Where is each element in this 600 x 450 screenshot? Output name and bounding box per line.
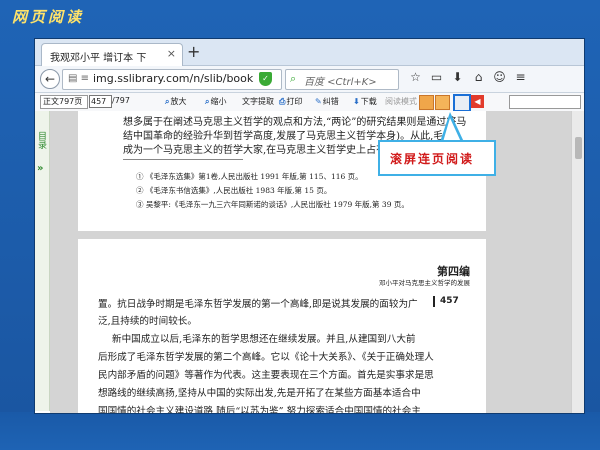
toc-tab[interactable]: 目录 (36, 131, 48, 149)
callout-pointer-inner (443, 118, 461, 142)
body-line: 想路线的继续高扬,坚持从中国的实际出发,先是开拓了在某些方面基本适合中 (98, 388, 421, 399)
printer-icon: ⎙ (279, 97, 286, 106)
nav-toolbar-icons: ☆ ▭ ⬇ ⌂ ☺ ≡ (405, 70, 531, 84)
correct-label: 纠错 (322, 97, 339, 106)
page-number: 457 (440, 296, 459, 306)
url-text: img.sslibrary.com/n/slib/book (93, 72, 254, 85)
correct-button[interactable]: ✎纠错 (315, 96, 339, 107)
back-button[interactable]: ← (40, 69, 60, 89)
plus-icon[interactable]: + (187, 42, 200, 61)
body-line: 国国情的社会主义建设道路,随后“以苏为鉴”,努力探索适合中国国情的社会主 (98, 406, 421, 413)
download-icon[interactable]: ⬇ (447, 70, 468, 84)
zoom-out-label: 缩小 (210, 97, 227, 106)
footnote: ② 《毛泽东书信选集》,人民出版社 1983 年版,第 15 页。 (136, 186, 332, 195)
vertical-scrollbar[interactable] (571, 111, 584, 413)
tab-bar: 我观邓小平 增订本 下 × + (35, 39, 584, 66)
body-line: 后形成了毛泽东哲学发展的第二个高峰。它以《论十大关系》、《关于正确处理人 (98, 352, 434, 363)
page-select[interactable]: 正文797页 (40, 95, 88, 109)
navigation-bar: ← ▤ ≡ img.sslibrary.com/n/slib/book ✓ → … (35, 66, 584, 93)
zoom-in-button[interactable]: ⌕放大 (165, 96, 186, 107)
zoom-out-button[interactable]: ⌕缩小 (205, 96, 226, 107)
tab-title: 我观邓小平 增订本 下 (50, 53, 147, 64)
footnote: ① 《毛泽东选集》第1卷,人民出版社 1991 年版,第 115、116 页。 (136, 172, 363, 181)
star-icon[interactable]: ☆ (405, 70, 426, 84)
scrollbar-thumb[interactable] (575, 137, 582, 159)
download-arrow-icon: ⬇ (353, 97, 360, 106)
speaker-icon[interactable]: ◀ (471, 95, 484, 108)
continuous-scroll-button[interactable] (453, 94, 471, 112)
body-line: 民内部矛盾的问题》等著作为代表。这主要表现在三个方面。首先是实事求是思 (98, 370, 434, 381)
footnote-rule (123, 159, 243, 160)
chat-icon[interactable]: ☺ (489, 70, 510, 84)
body-line: 想多属于在阐述马克思主义哲学的观点和方法,“两论”的研究结果则是通过将马 (123, 117, 467, 128)
body-line: 泛,且持续的时间较长。 (98, 316, 197, 327)
arrow-left-icon: ← (44, 72, 56, 86)
browser-window: 我观邓小平 增订本 下 × + ← ▤ ≡ img.sslibrary.com/… (34, 38, 585, 414)
page-number-input[interactable]: 457 (89, 95, 112, 108)
home-icon[interactable]: ⌂ (468, 70, 489, 84)
current-page: 第四编 邓小平对马克思主义哲学的发展 457 置。抗日战争时期是毛泽东哲学发展的… (78, 239, 486, 413)
download-label: 下载 (360, 97, 377, 106)
page-info-icon[interactable]: ▤ ≡ (68, 73, 89, 84)
zoom-out-icon: ⌕ (205, 97, 210, 106)
reading-list-icon[interactable]: ▭ (426, 70, 447, 84)
download-button[interactable]: ⬇下载 (353, 96, 377, 107)
chapter-subtitle: 邓小平对马克思主义哲学的发展 (379, 279, 470, 287)
text-extract-button[interactable]: 文字提取 (242, 96, 274, 107)
footnote: ③ 吴黎平:《毛泽东一九三六年同斯诺的谈话》,人民出版社 1979 年版,第 3… (136, 200, 409, 209)
search-input[interactable]: ⌕ 百度 <Ctrl+K> (285, 69, 399, 90)
page-number-bar (433, 296, 435, 307)
shield-icon[interactable]: ✓ (259, 72, 272, 86)
body-line: 置。抗日战争时期是毛泽东哲学发展的第一个高峰,即是说其发展的面较为广 (98, 299, 418, 310)
zoom-in-label: 放大 (170, 97, 187, 106)
callout-box: 滚屏连页阅读 (378, 140, 496, 176)
zoom-in-icon: ⌕ (165, 97, 170, 106)
callout-text: 滚屏连页阅读 (390, 152, 475, 166)
slide-bottom-band (0, 412, 600, 450)
print-label: 打印 (286, 97, 303, 106)
browser-tab[interactable]: 我观邓小平 增订本 下 × (41, 43, 183, 66)
reader-search-input[interactable] (509, 95, 581, 109)
reader-toolbar: 正文797页 457 /797 ⌕放大 ⌕缩小 文字提取 ⎙打印 ✎纠错 ⬇下载… (35, 93, 584, 112)
slide-title: 网页阅读 (12, 8, 85, 26)
search-icon: ⌕ (290, 72, 297, 85)
print-button[interactable]: ⎙打印 (279, 96, 302, 107)
reading-mode-label: 阅读模式 (385, 97, 417, 106)
search-placeholder: 百度 <Ctrl+K> (304, 77, 377, 88)
double-page-mode-button[interactable] (435, 95, 450, 110)
edit-icon: ✎ (315, 97, 322, 106)
sidebar: 目录 » (35, 111, 50, 411)
single-page-mode-button[interactable] (419, 95, 434, 110)
double-chevron-right-icon[interactable]: » (37, 163, 43, 174)
body-line: 新中国成立以后,毛泽东的哲学思想还在继续发展。并且,从建国到八大前 (112, 334, 416, 345)
url-bar[interactable]: ▤ ≡ img.sslibrary.com/n/slib/book ✓ → (62, 69, 301, 90)
menu-icon[interactable]: ≡ (510, 70, 531, 84)
page-total: /797 (112, 96, 130, 105)
close-icon[interactable]: × (167, 47, 176, 60)
